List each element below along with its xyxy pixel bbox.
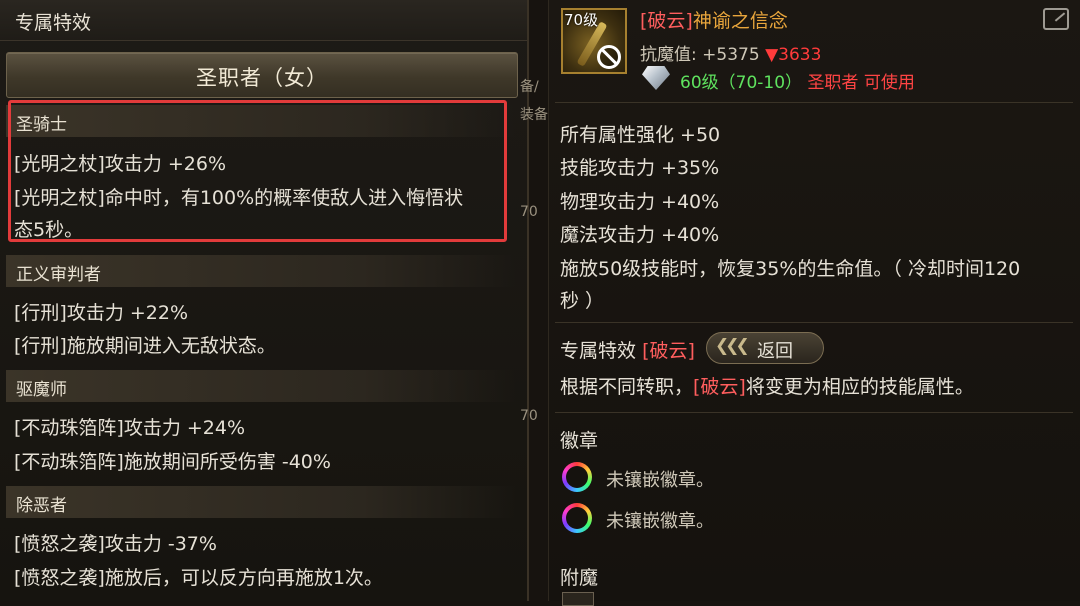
enchant-slot[interactable] (562, 592, 594, 606)
effect-line: [行刑]施放期间进入无敌状态。 (14, 335, 276, 357)
divider (555, 322, 1073, 323)
desc-text: 将变更为相应的技能属性。 (745, 376, 974, 398)
section-header-exorcist: 驱魔师 (6, 370, 516, 402)
resist-label: 抗魔值: (640, 45, 697, 65)
background-fragment: 70 (520, 204, 538, 220)
exclusive-label-text: 专属特效 (560, 340, 637, 362)
item-name-tag: [破云] (640, 10, 693, 32)
panel-title: 专属特效 (15, 12, 92, 34)
effect-line: [不动珠箔阵]攻击力 +24% (14, 417, 246, 439)
return-button[interactable]: ❮❮❮ 返回 (706, 332, 824, 364)
effect-line: [愤怒之袭]施放后，可以反方向再施放1次。 (14, 567, 383, 589)
stat-line: 物理攻击力 +40% (560, 191, 720, 213)
stat-line: 所有属性强化 +50 (560, 124, 721, 146)
badges-label: 徽章 (560, 430, 599, 452)
exclusive-description: 根据不同转职，[破云]将变更为相应的技能属性。 (560, 372, 974, 399)
stat-line: 魔法攻击力 +40% (560, 224, 720, 246)
level-requirement: 60级（70-10） 圣职者 可使用 (680, 68, 915, 93)
class-name: 圣职者（女） (196, 66, 328, 90)
badge-slot-icon[interactable] (562, 462, 592, 492)
highlight-box (8, 100, 507, 242)
effect-line: [不动珠箔阵]施放期间所受伤害 -40% (14, 451, 331, 473)
popout-icon[interactable] (1043, 8, 1069, 30)
divider (555, 412, 1073, 413)
magic-resist: 抗魔值: +5375 ▼3633 (640, 40, 821, 65)
class-banner: 圣职者（女） (6, 52, 518, 98)
exclusive-tag: [破云] (642, 340, 695, 362)
section-title: 驱魔师 (16, 380, 67, 400)
return-label: 返回 (757, 341, 793, 362)
chevrons-left-icon: ❮❮❮ (715, 336, 750, 356)
resist-down-arrow: ▼ (765, 45, 779, 65)
divider (555, 102, 1073, 103)
stat-line: 秒 ） (560, 290, 605, 312)
item-name-text: 神谕之信念 (692, 10, 788, 32)
badge-slot-icon[interactable] (562, 503, 592, 533)
prohibited-icon (597, 45, 621, 69)
exclusive-effect-label: 专属特效 [破云] (560, 336, 695, 363)
stat-line: 施放50级技能时，恢复35%的生命值。（ 冷却时间120 (560, 258, 1021, 280)
resist-down-value: 3633 (778, 45, 822, 65)
level-range: 60级（70-10） (680, 73, 803, 93)
background-fragment: 备/ (520, 79, 539, 95)
section-header-inquisitor: 正义审判者 (6, 255, 516, 287)
enchant-label: 附魔 (560, 567, 599, 589)
item-level-label: 70级 (564, 11, 599, 29)
badge-slot-text: 未镶嵌徽章。 (606, 470, 714, 491)
background-fragment: 装备 (520, 107, 548, 123)
resist-value: +5375 (702, 45, 760, 65)
stat-line: 技能攻击力 +35% (560, 157, 720, 179)
section-title: 除恶者 (16, 496, 67, 516)
desc-text: 根据不同转职， (560, 376, 694, 398)
desc-tag: [破云] (693, 376, 746, 398)
left-panel-header: 专属特效 (0, 0, 527, 41)
section-header-avenger: 除恶者 (6, 486, 516, 518)
section-title: 正义审判者 (16, 265, 101, 285)
class-requirement: 圣职者 可使用 (807, 73, 915, 93)
effect-line: [行刑]攻击力 +22% (14, 302, 189, 324)
effect-line: [愤怒之袭]攻击力 -37% (14, 533, 217, 555)
badge-slot-text: 未镶嵌徽章。 (606, 511, 714, 532)
item-name: [破云]神谕之信念 (640, 6, 788, 33)
background-fragment: 70 (520, 408, 538, 424)
